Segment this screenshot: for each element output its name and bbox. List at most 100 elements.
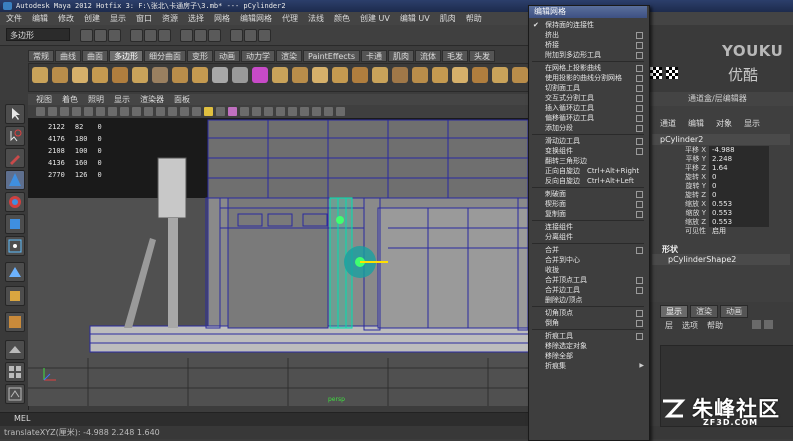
shelf-tool-icon-11[interactable] [252,67,268,83]
edit-mesh-item-16[interactable]: 正向自旋边 Ctrl+Alt+Right [529,166,647,176]
four-view-layout-icon[interactable] [5,362,25,382]
shelf-tab-12[interactable]: 流体 [415,50,441,62]
panel-toolbar-icon-25[interactable] [336,107,345,116]
option-box-icon[interactable] [636,320,643,327]
new-layer-selected-icon[interactable] [764,320,773,329]
attr-value-field[interactable]: 1.64 [709,164,769,173]
panel-toolbar-icon-13[interactable] [192,107,201,116]
attr-value-field[interactable]: -4.988 [709,146,769,155]
option-box-icon[interactable] [636,105,643,112]
move-tool-icon[interactable] [5,170,25,190]
edit-mesh-item-0[interactable]: ✔ 保持面的连接性 [529,20,647,30]
single-perspective-layout-icon[interactable] [5,340,25,360]
new-layer-icon[interactable] [752,320,761,329]
shelf-tool-icon-24[interactable] [512,67,528,83]
option-box-icon[interactable] [636,85,643,92]
option-box-icon[interactable] [636,65,643,72]
edit-mesh-item-14[interactable]: 变换组件 [529,146,647,156]
ipr-render-icon[interactable] [244,29,257,42]
panel-menu-0[interactable]: 视图 [36,94,52,105]
edit-mesh-item-33[interactable]: 切角顶点 [529,308,647,318]
rotate-tool-icon[interactable] [5,192,25,212]
edit-mesh-item-5[interactable]: 在网格上投影曲线 [529,63,647,73]
edit-mesh-item-31[interactable]: 删除边/顶点 [529,295,647,305]
edit-mesh-item-24[interactable]: 分离组件 [529,232,647,242]
edit-mesh-item-13[interactable]: 滑动边工具 [529,136,647,146]
edit-mesh-item-6[interactable]: 使用投影的曲线分割网格 [529,73,647,83]
shelf-tab-9[interactable]: PaintEffects [303,50,360,62]
option-box-icon[interactable] [636,138,643,145]
shelf-tool-icon-20[interactable] [432,67,448,83]
option-box-icon[interactable] [636,32,643,39]
panel-toolbar-icon-0[interactable] [36,107,45,116]
save-scene-icon[interactable] [108,29,121,42]
menu-3[interactable]: 创建 [84,12,100,25]
shelf-tool-icon-23[interactable] [492,67,508,83]
shelf-tool-icon-0[interactable] [32,67,48,83]
layer-tab-2[interactable]: 动画 [720,305,748,318]
option-box-icon[interactable] [636,287,643,294]
menu-16[interactable]: 帮助 [466,12,482,25]
panel-toolbar-icon-11[interactable] [168,107,177,116]
menu-set-dropdown[interactable]: 多边形 [6,28,70,41]
shelf-tab-6[interactable]: 动画 [214,50,240,62]
panel-toolbar-icon-3[interactable] [72,107,81,116]
edit-mesh-item-1[interactable]: 挤出 [529,30,647,40]
option-box-icon[interactable] [636,191,643,198]
shelf-tool-icon-9[interactable] [212,67,228,83]
layer-menu-2[interactable]: 帮助 [707,320,723,331]
panel-menu-2[interactable]: 照明 [88,94,104,105]
render-settings-icon[interactable] [258,29,271,42]
checker-texture-icon[interactable] [650,67,662,79]
panel-toolbar-icon-6[interactable] [108,107,117,116]
menu-1[interactable]: 编辑 [32,12,48,25]
attr-value-field[interactable]: 启用 [709,227,769,236]
checker-texture-icon-2[interactable] [666,67,678,79]
attr-value-field[interactable]: 0 [709,173,769,182]
layer-tab-1[interactable]: 渲染 [690,305,718,318]
show-manipulator-icon[interactable] [5,286,25,306]
shelf-tool-icon-22[interactable] [472,67,488,83]
edit-mesh-item-7[interactable]: 切割面工具 [529,83,647,93]
panel-toolbar-icon-20[interactable] [276,107,285,116]
shelf-tool-icon-10[interactable] [232,67,248,83]
edit-mesh-item-28[interactable]: 收拢 [529,265,647,275]
panel-toolbar-icon-18[interactable] [252,107,261,116]
edit-mesh-item-2[interactable]: 桥接 [529,40,647,50]
shelf-tool-icon-14[interactable] [312,67,328,83]
panel-toolbar-icon-22[interactable] [300,107,309,116]
edit-mesh-item-8[interactable]: 交互式分割工具 [529,93,647,103]
panel-toolbar-icon-10[interactable] [156,107,165,116]
option-box-icon[interactable] [636,277,643,284]
shelf-tool-icon-16[interactable] [352,67,368,83]
shape-node-name[interactable]: pCylinderShape2 [652,254,790,265]
menu-7[interactable]: 选择 [188,12,204,25]
panel-toolbar-icon-12[interactable] [180,107,189,116]
attr-value-field[interactable]: 0.553 [709,200,769,209]
edit-mesh-item-39[interactable]: 折痕集 ▶ [529,361,647,371]
layer-tab-0[interactable]: 显示 [660,305,688,318]
shelf-tool-icon-21[interactable] [452,67,468,83]
panel-toolbar-icon-1[interactable] [48,107,57,116]
outliner-layout-icon[interactable] [5,384,25,404]
option-box-icon[interactable] [636,125,643,132]
attr-value-field[interactable]: 0 [709,182,769,191]
menu-13[interactable]: 创建 UV [360,12,390,25]
select-component-icon[interactable] [158,29,171,42]
panel-toolbar-icon-21[interactable] [288,107,297,116]
panel-toolbar-icon-8[interactable] [132,107,141,116]
edit-mesh-item-15[interactable]: 翻转三角形边 [529,156,647,166]
shelf-tab-10[interactable]: 卡通 [361,50,387,62]
option-box-icon[interactable] [636,95,643,102]
panel-toolbar-icon-4[interactable] [84,107,93,116]
shelf-tab-2[interactable]: 曲面 [82,50,108,62]
panel-toolbar-icon-24[interactable] [324,107,333,116]
layer-menu-0[interactable]: 层 [665,320,673,331]
panel-toolbar-icon-16[interactable] [228,107,237,116]
channel-box-object-name[interactable]: pCylinder2 [652,134,790,145]
panel-menu-4[interactable]: 渲染器 [140,94,164,105]
shelf-tab-7[interactable]: 动力学 [241,50,275,62]
option-box-icon[interactable] [636,115,643,122]
panel-toolbar-icon-2[interactable] [60,107,69,116]
panel-toolbar-icon-5[interactable] [96,107,105,116]
